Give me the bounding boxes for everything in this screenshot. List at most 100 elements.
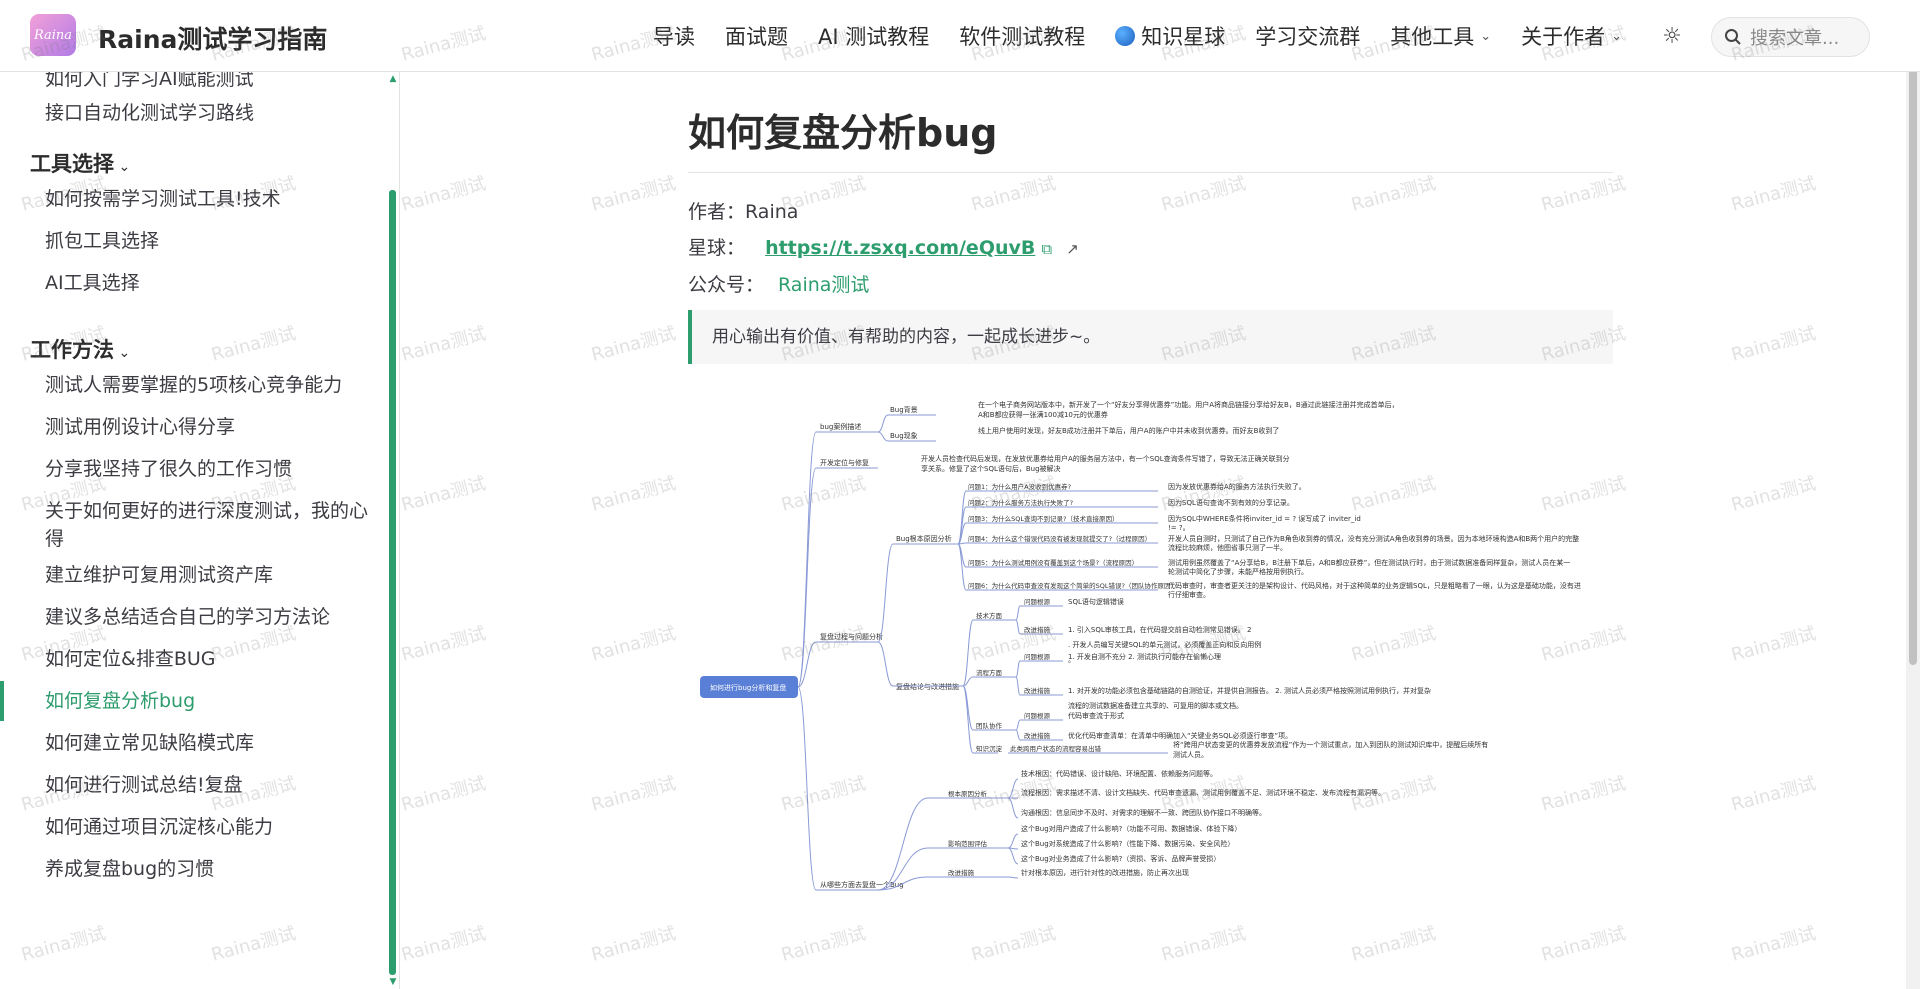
planet-label: 星球： <box>688 237 746 259</box>
nav-label: 其他工具 <box>1390 25 1475 49</box>
mindmap-l2-label: Bug现象 <box>890 431 918 440</box>
sidebar-item[interactable]: 如何按需学习测试工具!技术 <box>45 185 375 213</box>
sidebar-scroll-up-icon[interactable]: ▲ <box>388 74 398 84</box>
mindmap-leaf-text: 这个Bug对用户造成了什么影响?（功能不可用、数据错误、体验下降） <box>1021 824 1241 833</box>
site-logo[interactable]: Raina <box>30 14 76 56</box>
watermark: Raina测试 <box>1349 173 1439 216</box>
sidebar-item[interactable]: 建议多总结适合自己的学习方法论 <box>45 603 375 631</box>
sidebar-item[interactable]: 如何建立常见缺陷模式库 <box>45 729 375 757</box>
sidebar-group-1[interactable]: 工作方法 ⌄ <box>30 334 130 364</box>
sidebar-item[interactable]: AI工具选择 <box>45 269 375 297</box>
nav-item-7[interactable]: 关于作者 ⌄ <box>1506 21 1637 51</box>
sidebar-item[interactable]: 养成复盘bug的习惯 <box>45 855 375 883</box>
mindmap-connector <box>877 414 889 433</box>
watermark: Raina测试 <box>589 623 679 666</box>
mindmap-leaf-text: 因为SQL语句查询不到有效的分享记录。 <box>1168 498 1294 507</box>
mindmap-leaf-text: 开发人员自测时，只测试了自己作为B角色收到券的情况，没有充分测试A角色收到券的场… <box>1168 534 1579 552</box>
search-icon <box>1725 29 1741 45</box>
watermark: Raina测试 <box>589 923 679 966</box>
sidebar-item[interactable]: 测试人需要掌握的5项核心竞争能力 <box>45 371 375 399</box>
mindmap-connector <box>1015 676 1021 696</box>
account-label: 公众号： <box>688 274 765 296</box>
mindmap-root-label: 如何进行bug分析和复盘 <box>710 683 786 692</box>
mindmap-l3-label: 知识沉淀 <box>976 744 1003 753</box>
mindmap-leaf-text: 测试用例虽然覆盖了“A分享给B，B注册下单后，A和B都应获券”，但在测试执行时，… <box>1168 558 1570 576</box>
nav-item-2[interactable]: AI 测试教程 <box>803 21 944 51</box>
chevron-down-icon: ⌄ <box>114 345 131 361</box>
mindmap-connector <box>797 467 817 688</box>
sidebar-group-title: 工具选择 <box>30 152 114 176</box>
nav-label: 学习交流群 <box>1255 25 1361 49</box>
sidebar-item[interactable]: 分享我坚持了很久的工作习惯 <box>45 455 375 483</box>
mindmap-connector <box>877 431 889 442</box>
nav-item-1[interactable]: 面试题 <box>710 21 803 51</box>
mindmap-leaf-text: 因为SQL中WHERE条件将inviter_id = ? 误写成了 invite… <box>1168 514 1363 532</box>
mindmap-l2-label: 影响范围评估 <box>948 839 988 848</box>
mindmap-leaf-text: 将“跨用户状态变更的优惠券发放流程”作为一个测试重点，加入到团队的测试知识库中，… <box>1173 740 1488 759</box>
watermark: Raina测试 <box>399 473 489 516</box>
mindmap-leaf-text: 代码审查时，审查者更关注的是架构设计、代码风格，对于这种简单的业务逻辑SQL，只… <box>1168 581 1581 599</box>
account-name[interactable]: Raina测试 <box>778 274 869 296</box>
watermark: Raina测试 <box>1729 323 1819 366</box>
mindmap-l3-label: 问题3：为什么SQL查询不到记录?（技术直接原因） <box>968 514 1118 523</box>
nav-item-0[interactable]: 导读 <box>638 21 710 51</box>
logo-text: Raina <box>33 27 73 43</box>
theme-toggle-icon[interactable]: ☼ <box>1658 22 1686 50</box>
nav-item-4[interactable]: 知识星球 <box>1100 21 1240 51</box>
sidebar-item[interactable]: 建立维护可复用测试资产库 <box>45 561 375 589</box>
mindmap-connector <box>797 431 817 688</box>
sidebar-item[interactable]: 关于如何更好的进行深度测试，我的心得 <box>45 497 375 553</box>
mindmap-connector <box>1015 719 1021 731</box>
nav-item-5[interactable]: 学习交流群 <box>1240 21 1375 51</box>
sidebar-group-0[interactable]: 工具选择 ⌄ <box>30 148 130 178</box>
page-scrollbar-thumb[interactable] <box>1909 15 1917 665</box>
mindmap-connector <box>962 685 974 754</box>
sidebar-item[interactable]: 测试用例设计心得分享 <box>45 413 375 441</box>
title-divider <box>688 172 1613 173</box>
site-title[interactable]: Raina测试学习指南 <box>98 20 327 56</box>
sidebar-item[interactable]: 如何定位&排查BUG <box>45 645 375 673</box>
mindmap-leaf-text: 这个Bug对业务造成了什么影响?（资损、客诉、品牌声誉受损） <box>1021 854 1220 863</box>
mindmap-leaf-text: 1. 开发自测不充分 2. 测试执行可能存在偷懒心理 <box>1068 652 1221 661</box>
sidebar-scroll-down-icon[interactable]: ▼ <box>388 977 398 987</box>
sidebar-item[interactable]: 如何进行测试总结!复盘 <box>45 771 375 799</box>
mindmap-leaf-text: 这个Bug对系统造成了什么影响?（性能下降、数据污染、安全风险） <box>1021 839 1234 848</box>
mindmap-leaf-text: 流程根因：需求描述不清、设计文档缺失、代码审查遗漏、测试用例覆盖不足、测试环境不… <box>1021 788 1385 797</box>
nav-label: 软件测试教程 <box>959 25 1086 49</box>
mindmap-l2-label: Bug背景 <box>890 405 918 414</box>
watermark: Raina测试 <box>589 323 679 366</box>
nav-item-6[interactable]: 其他工具 ⌄ <box>1375 21 1506 51</box>
mindmap-l4-label: 改进措施 <box>1024 625 1051 634</box>
planet-link[interactable]: https://t.zsxq.com/eQuvB <box>765 237 1035 259</box>
mindmap-connector <box>1007 847 1019 865</box>
sidebar: 如何入门学习AI赋能测试接口自动化测试学习路线工具选择 ⌄ 如何按需学习测试工具!… <box>0 72 400 989</box>
sidebar-item[interactable]: 抓包工具选择 <box>45 227 375 255</box>
search-box[interactable]: 搜索文章... <box>1711 17 1870 57</box>
sidebar-item[interactable]: 如何入门学习AI赋能测试 <box>45 72 375 93</box>
watermark: Raina测试 <box>1729 923 1819 966</box>
mindmap-connector <box>1007 833 1019 849</box>
nav-item-3[interactable]: 软件测试教程 <box>944 21 1100 51</box>
mindmap-connector <box>1007 797 1019 819</box>
search-placeholder: 搜索文章... <box>1750 28 1840 49</box>
sidebar-group-title: 工作方法 <box>30 338 114 362</box>
sidebar-item[interactable]: 接口自动化测试学习路线 <box>45 99 375 127</box>
mindmap-leaf-text: 在一个电子商务网站版本中，新开发了一个“好友分享得优惠券”功能。用户A将商品链接… <box>978 400 1399 419</box>
mindmap-l4-label: 问题根源 <box>1024 597 1051 606</box>
mindmap-connector <box>877 797 929 891</box>
external-link-icon: ⧉ <box>1041 240 1053 258</box>
author-name: Raina <box>745 201 799 223</box>
planet-line: 星球： https://t.zsxq.com/eQuvB ⧉ ↗ <box>688 233 1079 260</box>
mindmap-connector <box>1007 876 1019 879</box>
mindmap-l4-label: 问题根源 <box>1024 711 1051 720</box>
sidebar-item[interactable]: 如何通过项目沉淀核心能力 <box>45 813 375 841</box>
sidebar-item-active[interactable]: 如何复盘分析bug <box>45 687 375 715</box>
watermark: Raina测试 <box>1159 173 1249 216</box>
sidebar-scrollbar-thumb[interactable] <box>389 190 396 975</box>
nav-label: 关于作者 <box>1521 25 1606 49</box>
watermark: Raina测试 <box>1729 623 1819 666</box>
mindmap-leaf-text: 开发人员检查代码后发现，在发放优惠券给用户A的服务层方法中，有一个SQL查询条件… <box>921 454 1290 473</box>
watermark: Raina测试 <box>1729 173 1819 216</box>
arrow-up-right-icon: ↗ <box>1066 240 1079 258</box>
mindmap-l4-label: 问题根源 <box>1024 652 1051 661</box>
